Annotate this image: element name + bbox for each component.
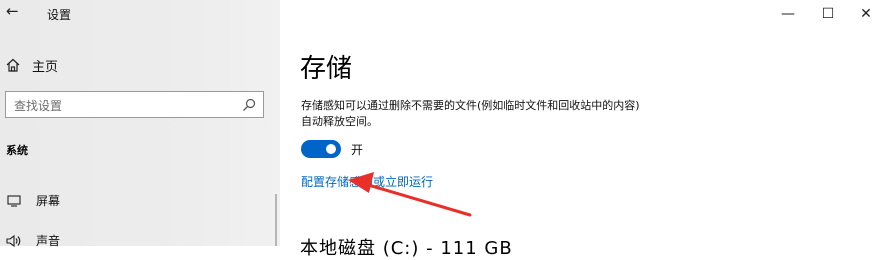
sidebar-item-display-label: 屏幕 [36, 194, 61, 208]
page-title: 存储 [300, 54, 353, 84]
close-button[interactable]: ✕ [852, 2, 877, 26]
search-icon [243, 98, 256, 111]
back-arrow-icon[interactable]: ← [6, 2, 19, 20]
sidebar-item-home-label: 主页 [32, 59, 59, 75]
minimize-button[interactable]: — [774, 2, 802, 26]
search-input[interactable]: 查找设置 [5, 91, 264, 118]
storage-sense-toggle[interactable] [301, 140, 341, 158]
speaker-icon [6, 234, 22, 248]
home-icon [6, 58, 20, 72]
sidebar-scrollbar[interactable] [275, 194, 277, 246]
configure-storage-sense-link[interactable]: 配置存储感知或立即运行 [301, 173, 433, 190]
display-icon [6, 194, 22, 207]
local-disk-heading: 本地磁盘 (C:) - 111 GB [300, 238, 513, 259]
toggle-state-label: 开 [351, 143, 364, 157]
maximize-button[interactable]: ☐ [814, 2, 842, 26]
sidebar-item-sound-label: 声音 [36, 234, 61, 248]
search-placeholder: 查找设置 [14, 99, 63, 113]
sidebar-item-home[interactable]: 主页 [6, 57, 59, 75]
sidebar-item-sound[interactable]: 声音 [6, 232, 60, 249]
description-line-1: 存储感知可以通过删除不需要的文件(例如临时文件和回收站中的内容) [301, 99, 640, 112]
storage-sense-description: 存储感知可以通过删除不需要的文件(例如临时文件和回收站中的内容) 自动释放空间。 [301, 98, 731, 130]
description-line-2: 自动释放空间。 [301, 115, 378, 128]
window-title: 设置 [47, 8, 72, 22]
sidebar: ← 设置 主页 查找设置 系统 屏幕 声音 [0, 0, 280, 249]
toggle-knob [326, 144, 336, 154]
sidebar-item-display[interactable]: 屏幕 [6, 192, 60, 209]
section-header-system: 系统 [6, 144, 28, 157]
